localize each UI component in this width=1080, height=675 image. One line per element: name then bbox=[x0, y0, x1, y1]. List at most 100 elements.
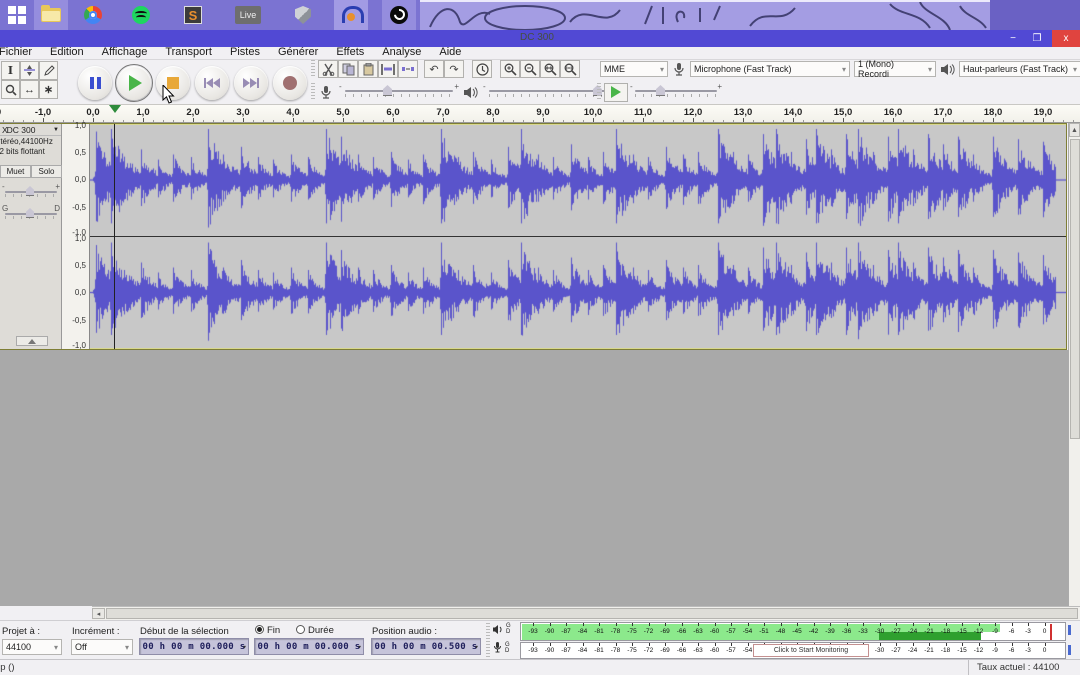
track-collapse-button[interactable] bbox=[16, 336, 48, 346]
toolbar-grip[interactable] bbox=[486, 623, 490, 657]
recording-meter[interactable]: -93-90-87-84-81-78-75-72-69-66-63-60-57-… bbox=[520, 642, 1066, 659]
play-at-speed-button[interactable] bbox=[604, 83, 628, 102]
selection-end-field[interactable]: 00 h 00 m 00.000 s▾ bbox=[254, 638, 364, 655]
solo-button[interactable]: Solo bbox=[31, 165, 62, 178]
taskbar-item-chrome[interactable] bbox=[76, 0, 110, 30]
menu-transport[interactable]: Transport bbox=[156, 46, 221, 59]
actual-rate-status: Taux actuel : 44100 bbox=[968, 660, 1080, 675]
selection-tool-button[interactable]: I bbox=[1, 61, 20, 80]
multi-tool-button[interactable]: ∗ bbox=[39, 80, 58, 99]
scroll-up-button[interactable]: ▲ bbox=[1069, 123, 1080, 137]
zoom-in-button[interactable] bbox=[500, 60, 520, 78]
silence-button[interactable] bbox=[398, 60, 418, 78]
taskbar-item-live[interactable]: Live bbox=[228, 0, 268, 30]
recording-channels-dropdown[interactable]: 1 (Mono) Recordi▾ bbox=[854, 61, 936, 77]
chevron-up-icon: ▲ bbox=[1071, 127, 1078, 134]
waveform-channel-right[interactable] bbox=[90, 237, 1066, 348]
cut-button[interactable] bbox=[318, 60, 338, 78]
playback-device-dropdown[interactable]: Haut-parleurs (Fast Track)▾ bbox=[959, 61, 1080, 77]
play-button[interactable] bbox=[117, 66, 151, 100]
mute-button[interactable]: Muet bbox=[0, 165, 31, 178]
project-rate-dropdown[interactable]: 44100▾ bbox=[2, 639, 62, 655]
menu-affichage[interactable]: Affichage bbox=[93, 46, 157, 59]
pause-button[interactable] bbox=[78, 66, 112, 100]
vertical-scroll-thumb[interactable] bbox=[1070, 139, 1080, 439]
menu-edition[interactable]: Edition bbox=[41, 46, 93, 59]
slider-thumb[interactable] bbox=[26, 186, 34, 196]
copy-button[interactable] bbox=[338, 60, 358, 78]
audio-host-dropdown[interactable]: MME▾ bbox=[600, 61, 668, 77]
ruler-label: 15,0 bbox=[834, 107, 853, 118]
maximize-button[interactable]: ❐ bbox=[1026, 30, 1048, 47]
slider-thumb[interactable] bbox=[656, 85, 665, 96]
taskbar-item-explorer[interactable] bbox=[34, 0, 68, 30]
record-button[interactable] bbox=[273, 66, 307, 100]
draw-tool-button[interactable] bbox=[39, 61, 58, 80]
taskbar-item-obs[interactable] bbox=[382, 0, 416, 30]
zoom-out-button[interactable] bbox=[520, 60, 540, 78]
selection-start-field[interactable]: 00 h 00 m 00.000 s▾ bbox=[139, 638, 249, 655]
timeshift-tool-button[interactable]: ↔ bbox=[20, 80, 39, 99]
taskbar-item-spotify[interactable] bbox=[124, 0, 158, 30]
meter-scale-label: -21 bbox=[924, 647, 933, 654]
toolbar-grip[interactable] bbox=[311, 60, 315, 78]
recording-volume-slider[interactable]: -+ bbox=[339, 82, 459, 102]
skip-start-button[interactable] bbox=[195, 66, 229, 100]
menu-aide[interactable]: Aide bbox=[430, 46, 470, 59]
playback-volume-slider[interactable]: -+ bbox=[483, 82, 615, 102]
pan-slider[interactable]: GD bbox=[2, 204, 60, 222]
paste-button[interactable] bbox=[358, 60, 378, 78]
zoom-tool-button[interactable] bbox=[1, 80, 20, 99]
menu-generer[interactable]: Générer bbox=[269, 46, 327, 59]
envelope-tool-button[interactable] bbox=[20, 61, 39, 80]
menu-effets[interactable]: Effets bbox=[327, 46, 373, 59]
menu-fichier[interactable]: Fichier bbox=[0, 46, 41, 59]
menu-analyse[interactable]: Analyse bbox=[373, 46, 430, 59]
menu-pistes[interactable]: Pistes bbox=[221, 46, 269, 59]
gain-slider[interactable]: -+ bbox=[2, 182, 60, 200]
playback-speed-slider[interactable]: -+ bbox=[630, 82, 722, 102]
empty-track-area[interactable] bbox=[0, 350, 1068, 606]
timeline-ruler[interactable]: -2,0-1,00,01,02,03,04,05,06,07,08,09,010… bbox=[0, 104, 1080, 123]
taskbar-item-sublime[interactable]: S bbox=[176, 0, 210, 30]
chevron-down-icon: ▾ bbox=[242, 643, 247, 651]
toolbar-grip[interactable] bbox=[311, 83, 315, 101]
selection-start-label: Début de la sélection bbox=[140, 626, 229, 637]
speaker-icon bbox=[492, 624, 504, 635]
meter-scale-label: -18 bbox=[941, 647, 950, 654]
slider-thumb[interactable] bbox=[383, 85, 392, 96]
horizontal-scrollbar[interactable]: ◂ bbox=[92, 606, 1080, 620]
scroll-left-button[interactable]: ◂ bbox=[92, 608, 105, 619]
audio-position-field[interactable]: 00 h 00 m 00.500 s▾ bbox=[371, 638, 481, 655]
fit-project-button[interactable] bbox=[560, 60, 580, 78]
close-button[interactable]: x bbox=[1052, 30, 1080, 47]
waveform-channel-left[interactable] bbox=[90, 125, 1066, 235]
track-menu-icon[interactable]: ▼ bbox=[53, 127, 59, 133]
fit-selection-button[interactable] bbox=[540, 60, 560, 78]
meter-scale-label: -75 bbox=[627, 628, 636, 635]
toolbar-grip[interactable] bbox=[597, 83, 601, 101]
undo-button[interactable]: ↶ bbox=[424, 60, 444, 78]
scale-label: -0,5 bbox=[72, 316, 86, 325]
end-radio[interactable]: Fin bbox=[255, 625, 280, 636]
snap-dropdown[interactable]: Off▾ bbox=[71, 639, 133, 655]
trim-button[interactable] bbox=[378, 60, 398, 78]
length-radio[interactable]: Durée bbox=[296, 625, 334, 636]
vertical-scale-ruler[interactable]: 1,00,50,0-0,5-1,01,00,50,0-0,5-1,0 bbox=[62, 124, 90, 349]
skip-end-button[interactable] bbox=[234, 66, 268, 100]
ruler-label: 7,0 bbox=[436, 107, 449, 118]
horizontal-scroll-thumb[interactable] bbox=[106, 608, 1078, 619]
minimize-button[interactable]: − bbox=[1002, 30, 1024, 47]
taskbar-item-audacity[interactable] bbox=[334, 0, 368, 30]
sync-lock-button[interactable] bbox=[472, 60, 492, 78]
slider-thumb[interactable] bbox=[26, 208, 34, 218]
taskbar-item-shield[interactable] bbox=[286, 0, 320, 30]
playback-meter[interactable]: -93-90-87-84-81-78-75-72-69-66-63-60-57-… bbox=[520, 622, 1066, 641]
start-button[interactable] bbox=[0, 0, 34, 30]
monitor-tooltip[interactable]: Click to Start Monitoring bbox=[753, 644, 869, 657]
vertical-scrollbar[interactable]: ▲ bbox=[1068, 123, 1080, 606]
playhead-marker[interactable] bbox=[109, 105, 121, 113]
recording-device-dropdown[interactable]: Microphone (Fast Track)▾ bbox=[690, 61, 850, 77]
redo-button[interactable]: ↷ bbox=[444, 60, 464, 78]
track-header[interactable]: X DC 300 ▼ bbox=[0, 124, 61, 136]
